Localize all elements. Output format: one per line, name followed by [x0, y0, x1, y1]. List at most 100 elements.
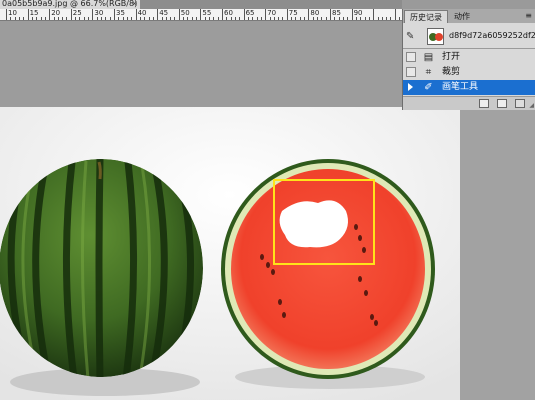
- ruler-tick: [317, 17, 319, 20]
- ruler-tick: [377, 17, 379, 20]
- ruler-tick: [278, 17, 280, 20]
- ruler-tick: [126, 17, 128, 20]
- ruler-tick: [66, 17, 68, 20]
- ruler-tick: [187, 17, 189, 20]
- ruler-tick: [79, 17, 81, 20]
- ruler-tick: [170, 17, 172, 20]
- ruler-tick: [57, 17, 59, 20]
- ruler-tick: [161, 17, 163, 20]
- ruler-tick: [334, 17, 336, 20]
- ruler-tick: [96, 17, 98, 20]
- history-item-label: 画笔工具: [442, 82, 479, 92]
- watermelon-photo[interactable]: [0, 107, 460, 400]
- ruler-tick: [239, 17, 241, 20]
- panel-tab-bar: 历史记录 动作 ≡: [403, 9, 535, 23]
- ruler-tick: [256, 17, 258, 20]
- ruler-label: 60: [224, 9, 233, 17]
- ruler-tick: [330, 9, 331, 20]
- ruler-tick: [157, 9, 159, 20]
- history-snapshot[interactable]: ✎ d8f9d72a6059252df21...: [403, 24, 535, 49]
- ruler-tick: [394, 9, 396, 20]
- ruler-label: 10: [8, 9, 17, 17]
- ruler-tick: [139, 17, 141, 20]
- ruler-tick: [196, 17, 198, 20]
- ruler-label: 25: [72, 9, 82, 17]
- ruler-tick: [299, 17, 301, 20]
- history-source-checkbox[interactable]: [406, 52, 416, 62]
- history-panel: 历史记录 动作 ≡ ✎ d8f9d72a6059252df21... ▤ 打开 …: [402, 9, 535, 110]
- ruler-label: 90: [353, 9, 363, 17]
- ruler-tick: [18, 17, 20, 20]
- ruler-tick: [213, 17, 215, 20]
- ruler-tick: [144, 17, 146, 20]
- ruler-tick: [14, 17, 16, 20]
- history-item-open[interactable]: ▤ 打开: [403, 50, 535, 65]
- ruler-tick: [360, 17, 362, 20]
- resize-grip-icon[interactable]: ◢: [529, 102, 534, 109]
- ruler-tick: [75, 17, 77, 20]
- ruler-label: 15: [29, 9, 39, 17]
- ruler-tick: [191, 17, 193, 20]
- ruler-tick: [312, 17, 314, 20]
- panel-footer: ◢: [403, 96, 535, 110]
- panel-menu-icon[interactable]: ≡: [525, 11, 532, 20]
- ruler-tick: [152, 17, 154, 20]
- ruler-tick: [62, 17, 64, 20]
- ruler-tick: [148, 17, 150, 20]
- ruler-tick: [269, 17, 271, 20]
- ruler-tick: [373, 9, 375, 20]
- history-item-brush[interactable]: ✐ 画笔工具: [403, 80, 535, 95]
- new-snapshot-icon[interactable]: [497, 99, 507, 108]
- ruler-tick: [342, 17, 344, 20]
- ruler-tick: [131, 17, 133, 20]
- ruler-tick: [204, 17, 206, 20]
- ruler-label: 45: [159, 9, 169, 17]
- history-item-label: 裁剪: [442, 67, 461, 77]
- ruler-tick: [36, 17, 38, 20]
- selection-rectangle: [273, 179, 375, 265]
- ruler-tick: [295, 17, 297, 20]
- snapshot-thumbnail: [427, 28, 444, 45]
- ruler-tick: [165, 17, 167, 20]
- ruler-tick: [338, 17, 340, 20]
- ruler-tick: [252, 17, 254, 20]
- brush-icon: ✐: [424, 82, 433, 93]
- ruler-tick: [308, 9, 310, 20]
- ruler-tick: [118, 17, 120, 20]
- ruler-label: 75: [288, 9, 298, 17]
- ruler-tick: [217, 17, 219, 20]
- ruler-tick: [273, 17, 275, 20]
- delete-state-icon[interactable]: [515, 99, 525, 108]
- ruler-tick: [31, 17, 33, 20]
- history-source-checkbox[interactable]: [406, 67, 416, 77]
- ruler-tick: [183, 17, 185, 20]
- ruler-tick: [23, 17, 25, 20]
- history-brush-source-icon[interactable]: ✎: [406, 31, 414, 42]
- ruler-tick: [347, 17, 349, 20]
- tab-actions[interactable]: 动作: [449, 10, 475, 23]
- ruler-tick: [53, 17, 55, 20]
- tab-history[interactable]: 历史记录: [404, 10, 448, 23]
- close-icon[interactable]: ×: [131, 0, 138, 8]
- open-document-icon: ▤: [423, 52, 434, 63]
- ruler-tick: [70, 9, 72, 20]
- ruler-label: 80: [310, 9, 320, 17]
- ruler-tick: [364, 17, 366, 20]
- ruler-tick: [260, 17, 262, 20]
- ruler-tick: [6, 9, 7, 20]
- ruler-tick: [390, 17, 392, 20]
- ruler-tick: [243, 9, 245, 20]
- ruler-tick: [105, 17, 107, 20]
- ruler-label: 35: [116, 9, 125, 17]
- workspace-background: [460, 110, 535, 400]
- ruler-tick: [286, 9, 288, 20]
- history-item-crop[interactable]: ⌗ 裁剪: [403, 65, 535, 80]
- ruler-label: 50: [180, 9, 190, 17]
- history-state-marker-icon: [408, 83, 413, 91]
- ruler-tick: [49, 9, 51, 20]
- ruler-label: 20: [51, 9, 61, 17]
- new-document-from-state-icon[interactable]: [479, 99, 489, 108]
- ruler-tick: [226, 17, 228, 20]
- ruler-tick: [355, 17, 357, 20]
- ruler-tick: [92, 9, 94, 20]
